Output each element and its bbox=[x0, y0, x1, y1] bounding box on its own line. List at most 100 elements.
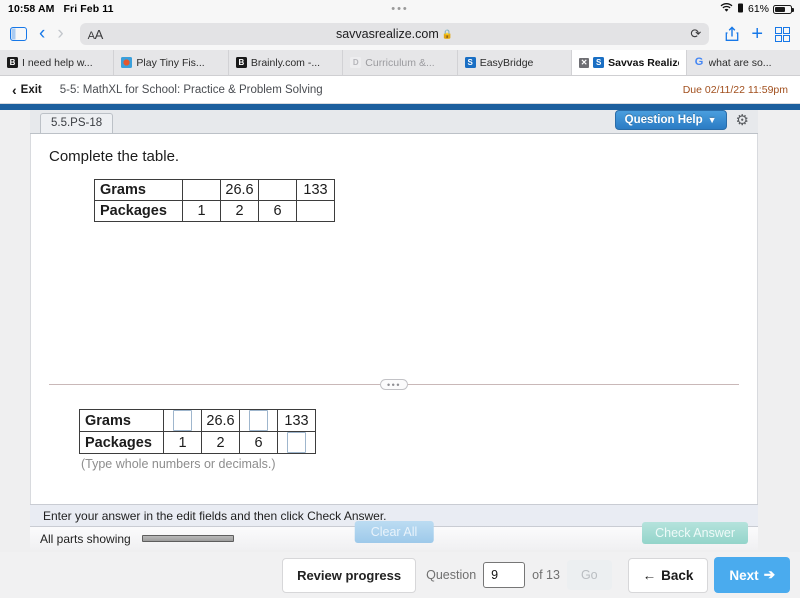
assignment-header: ‹ Exit 5-5: MathXL for School: Practice … bbox=[0, 76, 800, 104]
row-label-packages: Packages bbox=[94, 200, 183, 222]
row-label-grams: Grams bbox=[94, 179, 183, 201]
chevron-down-icon: ▼ bbox=[707, 115, 717, 125]
bottom-navigation-bar: Review progress Question of 13 Go ← Back… bbox=[0, 552, 800, 598]
ios-status-bar: 10:58 AM Fri Feb 11 ••• 61% bbox=[0, 0, 800, 18]
answer-hint: (Type whole numbers or decimals.) bbox=[81, 457, 276, 471]
brainly-favicon-icon: B bbox=[7, 57, 18, 68]
status-time: 10:58 AM bbox=[8, 3, 55, 15]
next-label: Next bbox=[729, 567, 759, 583]
browser-tab-6[interactable]: G what are so... bbox=[687, 50, 800, 75]
tinyfishing-favicon-icon bbox=[121, 57, 133, 68]
exit-label: Exit bbox=[20, 83, 42, 96]
clear-all-button[interactable]: Clear All bbox=[354, 521, 434, 543]
instruction-text: Enter your answer in the edit fields and… bbox=[43, 508, 387, 523]
browser-tab-2[interactable]: B Brainly.com -... bbox=[229, 50, 344, 75]
question-number-group: Question of 13 Go bbox=[416, 560, 622, 590]
back-label: Back bbox=[661, 567, 694, 583]
savvas-favicon-icon: S bbox=[593, 57, 605, 68]
cell: 26.6 bbox=[220, 179, 259, 201]
browser-tab-strip: B I need help w... Play Tiny Fis... B Br… bbox=[0, 50, 800, 76]
browser-tab-savvas-realize[interactable]: ✕ S Savvas Realize bbox=[572, 50, 687, 75]
answer-input-box[interactable] bbox=[249, 410, 268, 431]
exercise-panel: 5.5.PS-18 Question Help ▼ ⚙ Complete the… bbox=[30, 110, 758, 550]
assignment-title: 5-5: MathXL for School: Practice & Probl… bbox=[59, 83, 323, 96]
question-help-button[interactable]: Question Help ▼ bbox=[614, 110, 727, 130]
table-row: Grams 26.6 133 bbox=[79, 409, 316, 432]
table-row: Grams 26.6 133 bbox=[94, 179, 335, 201]
question-help-label: Question Help bbox=[624, 114, 703, 126]
exit-button[interactable]: ‹ Exit bbox=[12, 82, 42, 98]
browser-tab-0[interactable]: B I need help w... bbox=[0, 50, 115, 75]
mathxl-player: 5.5.PS-18 Question Help ▼ ⚙ Complete the… bbox=[0, 104, 800, 598]
answer-table: Grams 26.6 133 Packages 1 2 6 bbox=[79, 409, 316, 454]
back-chevron-icon[interactable]: ‹ bbox=[39, 23, 45, 45]
tab-title: EasyBridge bbox=[479, 56, 534, 69]
status-center-dots: ••• bbox=[391, 3, 409, 15]
status-left: 10:58 AM Fri Feb 11 bbox=[8, 3, 114, 15]
close-icon[interactable]: ✕ bbox=[579, 57, 590, 68]
browser-tab-3[interactable]: D Curriculum &... bbox=[343, 50, 458, 75]
chevron-left-icon: ‹ bbox=[12, 81, 17, 98]
browser-tab-1[interactable]: Play Tiny Fis... bbox=[114, 50, 229, 75]
cell-input-grams-3[interactable] bbox=[239, 409, 278, 432]
cell: 1 bbox=[163, 431, 202, 454]
divider-drag-handle[interactable]: ••• bbox=[380, 379, 408, 390]
cell: 1 bbox=[182, 200, 221, 222]
question-total-label: of 13 bbox=[532, 568, 560, 582]
battery-icon bbox=[773, 4, 794, 14]
tab-title: Brainly.com -... bbox=[250, 56, 321, 69]
sidebar-icon[interactable] bbox=[10, 27, 27, 41]
table-row: Packages 1 2 6 bbox=[94, 200, 335, 222]
status-right: 61% bbox=[720, 2, 794, 16]
google-favicon-icon: G bbox=[694, 56, 704, 68]
reload-icon[interactable]: ⟳ bbox=[690, 26, 701, 42]
cell: 133 bbox=[277, 409, 316, 432]
gear-icon[interactable]: ⚙ bbox=[736, 113, 749, 128]
parts-showing-label: All parts showing bbox=[40, 531, 131, 546]
url-text: savvasrealize.com 🔒 bbox=[335, 27, 453, 41]
cell bbox=[258, 179, 297, 201]
answer-input-box[interactable] bbox=[287, 432, 306, 453]
panel-divider: ••• bbox=[49, 379, 739, 390]
arrow-right-icon: ➔ bbox=[763, 567, 775, 582]
wifi-icon bbox=[720, 2, 733, 16]
status-date: Fri Feb 11 bbox=[63, 3, 114, 15]
forward-chevron-icon: › bbox=[57, 23, 64, 44]
savvas-favicon-icon: S bbox=[464, 57, 476, 68]
table-row: Packages 1 2 6 bbox=[79, 431, 316, 454]
tab-title: Curriculum &... bbox=[365, 56, 435, 69]
answer-input-box[interactable] bbox=[173, 410, 192, 431]
cell-input-grams-1[interactable] bbox=[163, 409, 202, 432]
question-table: Grams 26.6 133 Packages 1 2 6 bbox=[94, 179, 335, 222]
arrow-left-icon: ← bbox=[642, 567, 657, 583]
new-tab-icon[interactable]: + bbox=[751, 23, 763, 46]
lock-icon: 🔒 bbox=[441, 29, 453, 39]
battery-charging-icon bbox=[737, 3, 744, 16]
answer-area: Grams 26.6 133 Packages 1 2 6 (Type whol… bbox=[31, 409, 316, 471]
question-number-input[interactable] bbox=[483, 562, 526, 588]
doc-favicon-icon: D bbox=[350, 57, 362, 68]
brainly-favicon-icon: B bbox=[235, 57, 247, 68]
cell: 2 bbox=[201, 431, 240, 454]
question-prompt: Complete the table. bbox=[49, 148, 180, 165]
cell bbox=[296, 200, 335, 222]
show-tabs-icon[interactable] bbox=[775, 26, 790, 42]
browser-tab-4[interactable]: S EasyBridge bbox=[458, 50, 573, 75]
tab-title: what are so... bbox=[708, 56, 772, 69]
back-button[interactable]: ← Back bbox=[627, 557, 709, 593]
parts-progress-bar[interactable] bbox=[141, 535, 234, 542]
tab-question-id[interactable]: 5.5.PS-18 bbox=[40, 113, 114, 133]
address-bar[interactable]: AA savvasrealize.com 🔒 ⟳ bbox=[79, 23, 710, 45]
question-word-label: Question bbox=[426, 568, 477, 582]
tab-title: I need help w... bbox=[22, 56, 93, 69]
next-button[interactable]: Next ➔ bbox=[714, 557, 790, 593]
review-progress-button[interactable]: Review progress bbox=[282, 557, 417, 593]
cell-input-packages-4[interactable] bbox=[277, 431, 316, 454]
cell: 2 bbox=[220, 200, 259, 222]
tab-title: Play Tiny Fis... bbox=[136, 56, 205, 69]
share-icon[interactable] bbox=[725, 26, 739, 42]
row-label-packages: Packages bbox=[79, 431, 164, 454]
row-label-grams: Grams bbox=[79, 409, 164, 432]
due-date: Due 02/11/22 11:59pm bbox=[682, 83, 788, 96]
check-answer-button[interactable]: Check Answer bbox=[642, 521, 748, 544]
